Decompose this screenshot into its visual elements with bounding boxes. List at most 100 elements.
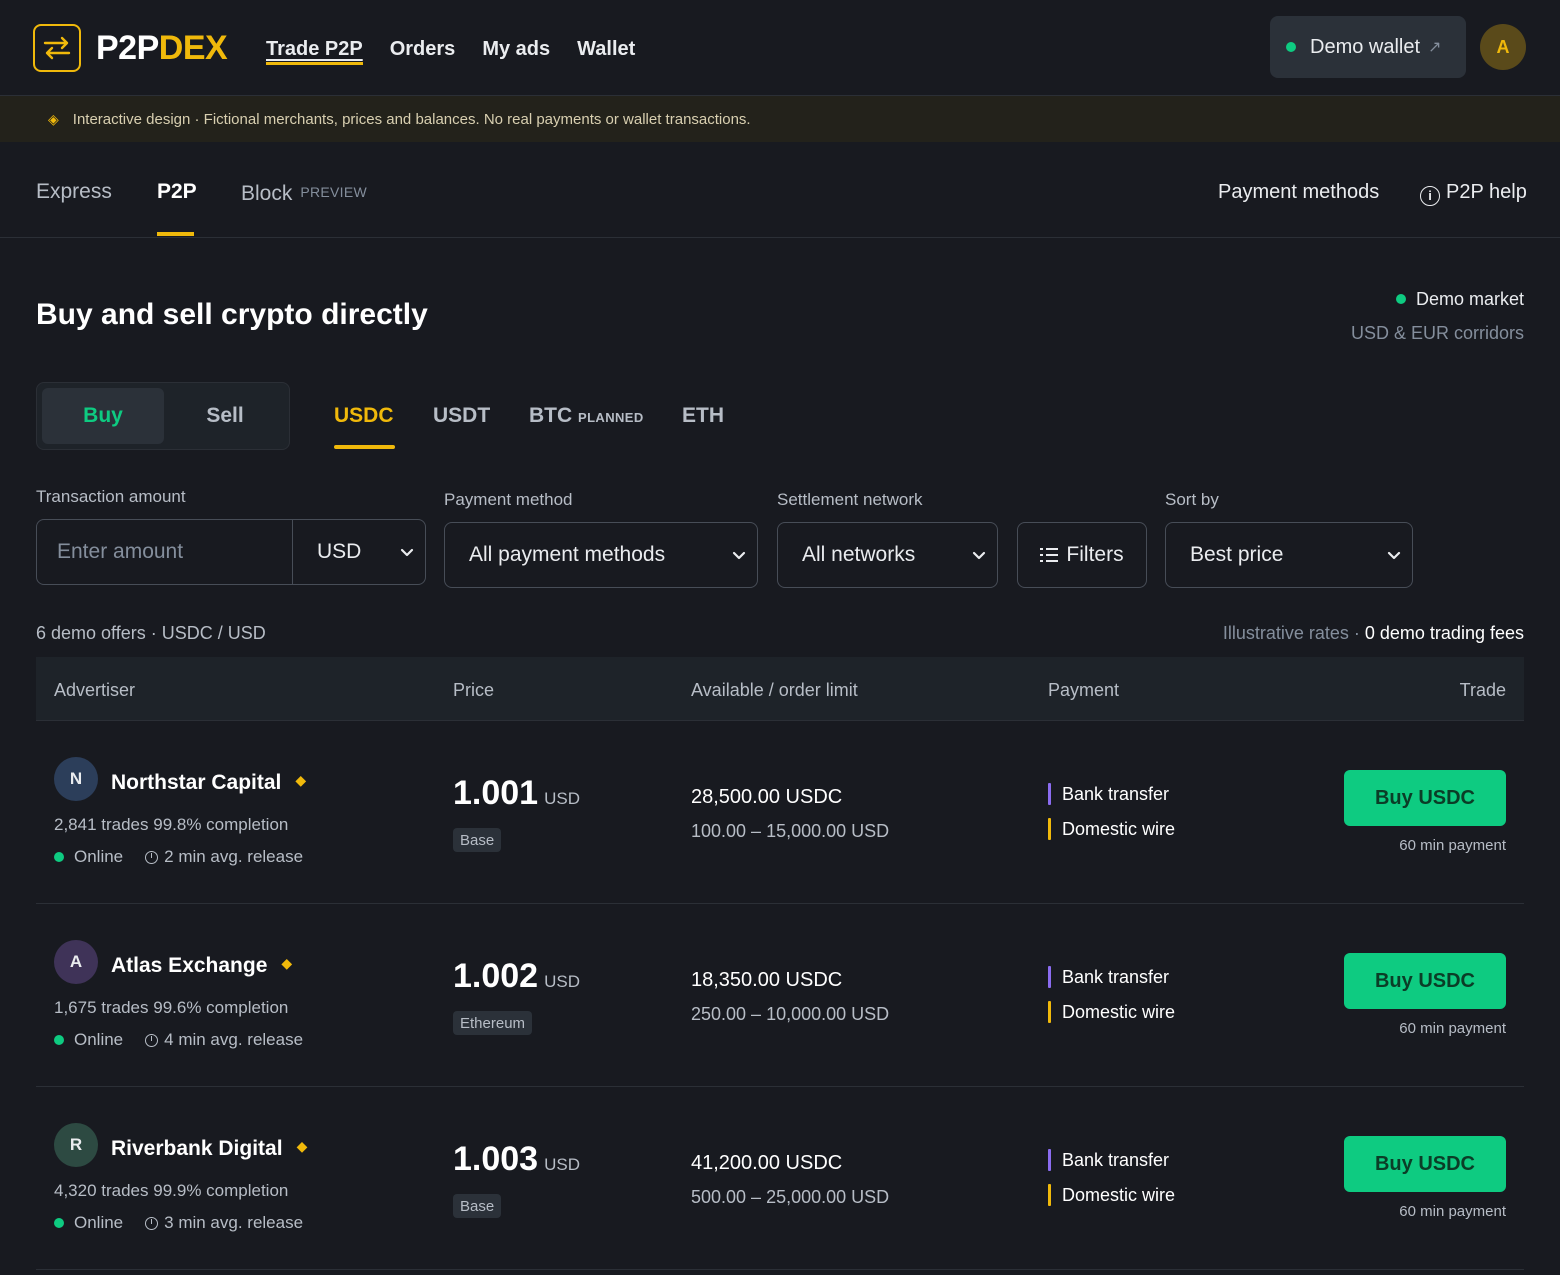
col-trade: Trade (1459, 680, 1506, 700)
asset-tab-usdt[interactable]: USDT (433, 403, 490, 429)
col-available: Available / order limit (691, 680, 858, 700)
available-amount: 18,350.00 USDC (691, 969, 843, 991)
advertiser-avatar[interactable]: N (54, 757, 98, 801)
order-limit: 500.00 – 25,000.00 USD (691, 1187, 890, 1207)
verified-diamond-icon: ◆ (281, 955, 293, 971)
buy-usdc-button[interactable]: Buy USDC (1344, 770, 1506, 826)
buy-usdc-button[interactable]: Buy USDC (1344, 953, 1506, 1009)
advertiser-name[interactable]: Northstar Capital ◆ (111, 767, 306, 796)
network-select[interactable]: All networks (777, 522, 998, 588)
tab-block[interactable]: Block PREVIEW (241, 179, 367, 207)
verified-diamond-icon: ◆ (295, 772, 307, 788)
asset-tab-indicator (334, 445, 395, 449)
nav-orders[interactable]: Orders (390, 36, 456, 65)
chevron-down-icon (732, 551, 746, 560)
demo-notice-banner: ◈ Interactive design · Fictional merchan… (0, 96, 1560, 142)
amount-label: Transaction amount (36, 487, 186, 506)
active-tab-indicator (157, 232, 194, 236)
offer-price: 1.002 USD (453, 956, 580, 1002)
tab-block-label: Block (241, 182, 293, 205)
payment-window: 60 min payment (1399, 837, 1506, 854)
advertiser-avatar[interactable]: A (54, 940, 98, 984)
advertiser-name[interactable]: Riverbank Digital ◆ (111, 1133, 307, 1162)
demo-wallet-label: Demo wallet (1310, 35, 1421, 58)
payment-bank-transfer: Bank transfer (1048, 783, 1169, 805)
price-unit: USD (544, 789, 580, 808)
payment-domestic-wire: Domestic wire (1048, 818, 1175, 840)
asset-tab-eth[interactable]: ETH (682, 403, 724, 429)
tab-express[interactable]: Express (36, 179, 112, 205)
payment-domestic-wire: Domestic wire (1048, 1001, 1175, 1023)
currency-select[interactable]: USD (293, 540, 425, 564)
amount-field-group: Enter amount USD (36, 519, 426, 585)
payment-method-select[interactable]: All payment methods (444, 522, 758, 588)
order-limit: 250.00 – 10,000.00 USD (691, 1004, 890, 1024)
clock-icon (145, 1216, 159, 1230)
p2p-help-link[interactable]: i P2P help (1420, 179, 1527, 206)
sell-toggle-button[interactable]: Sell (164, 388, 286, 444)
advertiser-status: Online 4 min avg. release (54, 1030, 303, 1050)
asset-tab-usdc[interactable]: USDC (334, 403, 394, 429)
price-value: 1.001 (453, 774, 539, 812)
release-time: 4 min avg. release (164, 1030, 304, 1049)
advertiser-status: Online 3 min avg. release (54, 1213, 303, 1233)
status-label: Online (74, 847, 124, 866)
available-amount: 28,500.00 USDC (691, 786, 843, 808)
logo-wordmark[interactable]: P2PDEX (96, 28, 228, 68)
buy-usdc-button[interactable]: Buy USDC (1344, 1136, 1506, 1192)
nav-trade-p2p[interactable]: Trade P2P (266, 36, 363, 65)
market-status: Demo market USD & EUR corridors (1351, 288, 1524, 344)
asset-tab-btc[interactable]: BTC PLANNED (529, 403, 644, 431)
tab-p2p[interactable]: P2P (157, 179, 197, 205)
advertiser-stats: 4,320 trades 99.9% completion (54, 1181, 289, 1200)
market-status-label: Demo market (1415, 289, 1524, 309)
page-title: Buy and sell crypto directly (36, 298, 428, 331)
online-dot-icon (54, 1035, 64, 1045)
clock-icon (145, 850, 159, 864)
rate-note: Illustrative rates · 0 demo trading fees (1223, 622, 1524, 644)
sort-value: Best price (1190, 543, 1284, 566)
user-avatar[interactable]: A (1480, 24, 1526, 70)
external-link-icon: ↗ (1428, 39, 1442, 56)
network-badge: Base (453, 828, 502, 852)
payment-methods-link[interactable]: Payment methods (1218, 179, 1379, 205)
order-limit: 100.00 – 15,000.00 USD (691, 821, 890, 841)
logo-swap-icon[interactable] (33, 24, 81, 72)
top-navbar: P2PDEX Trade P2P Orders My ads Wallet De… (0, 0, 1560, 96)
payment-method-value: All payment methods (469, 543, 666, 566)
status-label: Online (74, 1213, 124, 1232)
advertiser-avatar[interactable]: R (54, 1123, 98, 1167)
rate-note-label: Illustrative rates · (1222, 623, 1365, 643)
buy-toggle-button[interactable]: Buy (42, 388, 164, 444)
filters-button[interactable]: Filters (1017, 522, 1147, 588)
fee-note: 0 demo trading fees (1364, 623, 1524, 643)
price-unit: USD (544, 1155, 580, 1174)
col-price: Price (453, 680, 495, 700)
nav-wallet[interactable]: Wallet (577, 36, 635, 65)
advertiser-name[interactable]: Atlas Exchange ◆ (111, 950, 292, 979)
release-time: 2 min avg. release (164, 847, 304, 866)
table-row: A Atlas Exchange ◆ 1,675 trades 99.6% com… (36, 904, 1524, 1087)
advertiser-name-label: Northstar Capital (111, 771, 282, 794)
price-value: 1.002 (453, 957, 539, 995)
notice-text: Interactive design · Fictional merchants… (72, 110, 751, 128)
planned-badge: PLANNED (578, 410, 644, 425)
diamond-icon: ◈ (48, 110, 59, 127)
nav-my-ads[interactable]: My ads (482, 36, 550, 65)
network-badge: Base (453, 1194, 502, 1218)
sort-label: Sort by (1165, 490, 1219, 509)
offer-price: 1.003 USD (453, 1139, 580, 1185)
payment-bank-transfer: Bank transfer (1048, 966, 1169, 988)
col-payment: Payment (1048, 680, 1120, 700)
amount-input[interactable]: Enter amount (37, 520, 293, 584)
verified-diamond-icon: ◆ (296, 1138, 308, 1154)
sort-select[interactable]: Best price (1165, 522, 1413, 588)
advertiser-stats: 1,675 trades 99.6% completion (54, 998, 289, 1017)
preview-badge: PREVIEW (300, 184, 368, 200)
offers-table-header: Advertiser Price Available / order limit… (36, 657, 1524, 721)
main-nav: Trade P2P Orders My ads Wallet (266, 36, 662, 65)
currency-value: USD (317, 540, 362, 563)
demo-wallet-button[interactable]: Demo wallet ↗ (1270, 16, 1466, 78)
info-icon: i (1420, 186, 1440, 206)
available-amount: 41,200.00 USDC (691, 1152, 843, 1174)
